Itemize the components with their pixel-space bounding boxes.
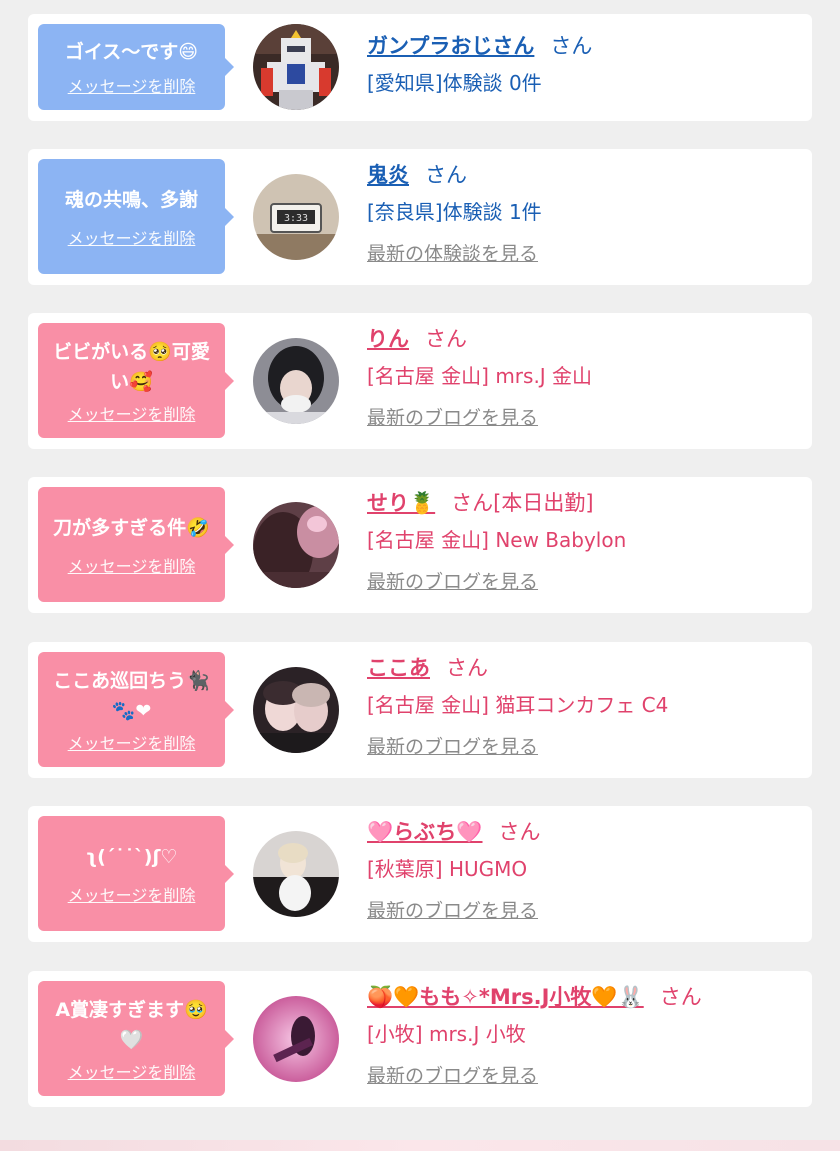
latest-review-link[interactable]: 最新の体験談を見る <box>367 240 802 268</box>
user-location: [愛知県]体験談 0件 <box>367 71 542 95</box>
delete-message-link[interactable]: メッセージを削除 <box>68 730 196 754</box>
latest-blog-link[interactable]: 最新のブログを見る <box>367 404 802 432</box>
svg-text:3:33: 3:33 <box>284 213 308 224</box>
message-bubble: ʅ(ˊ˙˙ˋ)ʃ♡ メッセージを削除 <box>38 816 234 931</box>
avatar[interactable] <box>253 502 339 588</box>
delete-message-link[interactable]: メッセージを削除 <box>68 225 196 249</box>
message-text: ゴイス〜です😄 <box>64 41 199 63</box>
favorite-card: ここあ巡回ちう🐈‍⬛🐾❤ メッセージを削除 ここあ さん [名古屋 金山] 猫耳コ… <box>28 642 812 778</box>
user-name-link[interactable]: ここあ <box>367 656 430 680</box>
honorific: さん <box>446 656 488 680</box>
avatar[interactable] <box>253 831 339 917</box>
message-text: ここあ巡回ちう🐈‍⬛🐾❤ <box>53 669 210 722</box>
favorite-card: 魂の共鳴、多謝 メッセージを削除 3:33 鬼炎 さん [奈良県]体験談 1件 最… <box>28 149 812 285</box>
shop-name: [名古屋 金山] New Babylon <box>367 528 627 552</box>
delete-message-link[interactable]: メッセージを削除 <box>68 73 196 97</box>
honorific: さん <box>659 985 702 1009</box>
honorific: さん <box>498 820 541 844</box>
favorite-card: ビビがいる🥺可愛い🥰 メッセージを削除 りん さん [名古屋 金山] mrs.J … <box>28 313 812 449</box>
favorite-card: 刀が多すぎる件🤣 メッセージを削除 せり🍍 さん[本日出勤] [名古屋 金山] N… <box>28 477 812 613</box>
user-info: 🩷らぶち🩷 さん [秋葉原] HUGMO 最新のブログを見る <box>367 816 802 925</box>
honorific: さん <box>451 491 494 515</box>
honorific: さん <box>550 34 593 58</box>
user-info: せり🍍 さん[本日出勤] [名古屋 金山] New Babylon 最新のブログを… <box>367 487 802 596</box>
user-name-link[interactable]: 🩷らぶち🩷 <box>367 820 483 844</box>
honorific: さん <box>425 327 467 351</box>
favorite-card: ゴイス〜です😄 メッセージを削除 ガンプラおじさん さん [愛知県]体験談 0件 <box>28 14 812 121</box>
favorite-card: ʅ(ˊ˙˙ˋ)ʃ♡ メッセージを削除 🩷らぶち🩷 さん [秋葉原] HUGMO 最… <box>28 806 812 942</box>
delete-message-link[interactable]: メッセージを削除 <box>68 553 196 577</box>
user-name-link[interactable]: りん <box>367 327 409 351</box>
message-text: A賞凄すぎます🥹🤍 <box>55 998 208 1051</box>
honorific: さん <box>425 163 467 187</box>
message-bubble: ビビがいる🥺可愛い🥰 メッセージを削除 <box>38 323 234 438</box>
shop-name: [名古屋 金山] mrs.J 金山 <box>367 364 593 388</box>
delete-message-link[interactable]: メッセージを削除 <box>68 1059 196 1083</box>
user-info: 鬼炎 さん [奈良県]体験談 1件 最新の体験談を見る <box>367 159 802 268</box>
user-name-link[interactable]: 鬼炎 <box>367 163 409 187</box>
footer-banner-edge <box>0 1140 840 1151</box>
latest-blog-link[interactable]: 最新のブログを見る <box>367 568 802 596</box>
avatar[interactable] <box>253 338 339 424</box>
working-today-tag: [本日出勤] <box>493 491 594 515</box>
message-text: 刀が多すぎる件🤣 <box>53 516 210 539</box>
shop-name: [秋葉原] HUGMO <box>367 857 528 881</box>
message-bubble: ここあ巡回ちう🐈‍⬛🐾❤ メッセージを削除 <box>38 652 234 767</box>
user-name-link[interactable]: 🍑🧡もも✧*Mrs.J小牧🧡🐰 <box>367 985 644 1009</box>
message-bubble: A賞凄すぎます🥹🤍 メッセージを削除 <box>38 981 234 1096</box>
user-info: 🍑🧡もも✧*Mrs.J小牧🧡🐰 さん [小牧] mrs.J 小牧 最新のブログを見… <box>367 981 802 1090</box>
user-name-link[interactable]: せり🍍 <box>367 491 435 515</box>
latest-blog-link[interactable]: 最新のブログを見る <box>367 1062 802 1090</box>
user-info: ガンプラおじさん さん [愛知県]体験談 0件 <box>367 30 802 99</box>
message-bubble: 刀が多すぎる件🤣 メッセージを削除 <box>38 487 234 602</box>
avatar[interactable] <box>253 667 339 753</box>
shop-name: [名古屋 金山] 猫耳コンカフェ C4 <box>367 693 669 717</box>
message-bubble: 魂の共鳴、多謝 メッセージを削除 <box>38 159 234 274</box>
favorite-card: A賞凄すぎます🥹🤍 メッセージを削除 🍑🧡もも✧*Mrs.J小牧🧡🐰 さん [小牧… <box>28 971 812 1107</box>
message-text: ʅ(ˊ˙˙ˋ)ʃ♡ <box>85 845 178 868</box>
delete-message-link[interactable]: メッセージを削除 <box>68 401 196 425</box>
delete-message-link[interactable]: メッセージを削除 <box>68 882 196 906</box>
message-bubble: ゴイス〜です😄 メッセージを削除 <box>38 24 234 110</box>
latest-blog-link[interactable]: 最新のブログを見る <box>367 897 802 925</box>
message-text: ビビがいる🥺可愛い🥰 <box>53 340 210 393</box>
avatar[interactable]: 3:33 <box>253 174 339 260</box>
user-location: [奈良県]体験談 1件 <box>367 200 542 224</box>
shop-name: [小牧] mrs.J 小牧 <box>367 1022 526 1046</box>
message-text: 魂の共鳴、多謝 <box>64 188 198 211</box>
user-info: ここあ さん [名古屋 金山] 猫耳コンカフェ C4 最新のブログを見る <box>367 652 802 761</box>
latest-blog-link[interactable]: 最新のブログを見る <box>367 733 802 761</box>
user-name-link[interactable]: ガンプラおじさん <box>367 34 534 58</box>
avatar[interactable] <box>253 996 339 1082</box>
user-info: りん さん [名古屋 金山] mrs.J 金山 最新のブログを見る <box>367 323 802 432</box>
avatar[interactable] <box>253 24 339 110</box>
